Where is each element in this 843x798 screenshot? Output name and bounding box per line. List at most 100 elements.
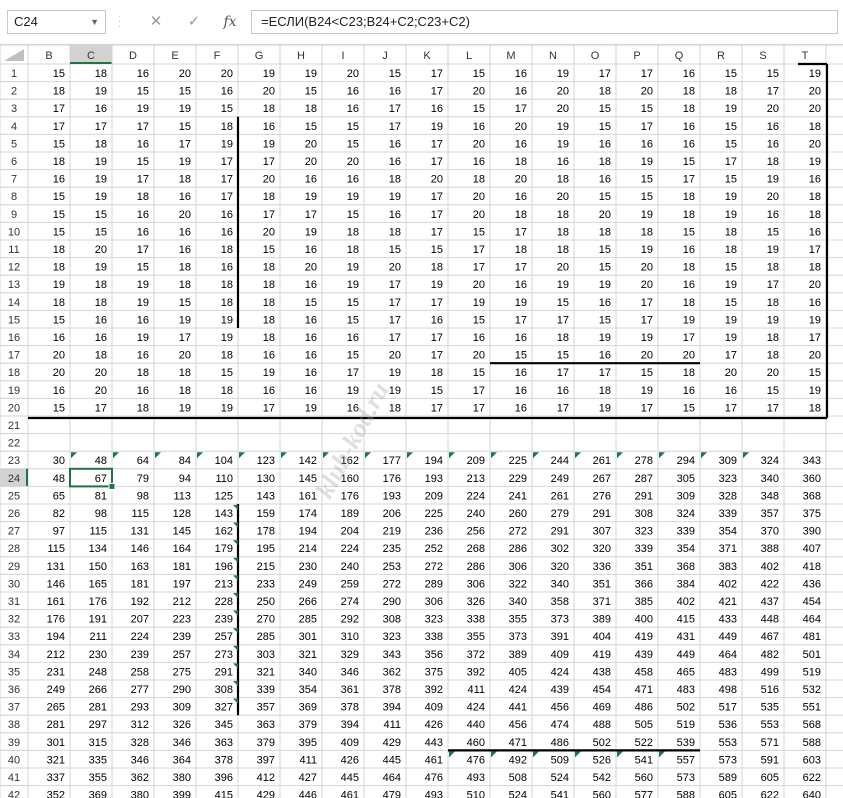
cell-value[interactable]: 499 [761, 666, 779, 678]
cell-value[interactable]: 577 [635, 790, 653, 798]
cell-value[interactable]: 16 [389, 86, 401, 98]
cell-value[interactable]: 354 [299, 684, 317, 696]
cell-value[interactable]: 206 [383, 508, 401, 520]
cell-value[interactable]: 18 [53, 156, 65, 168]
cell-value[interactable]: 20 [179, 68, 191, 80]
cell-value[interactable]: 16 [221, 209, 233, 221]
cell-value[interactable]: 16 [347, 103, 359, 115]
cell-value[interactable]: 16 [515, 68, 527, 80]
cell-value[interactable]: 16 [305, 367, 317, 379]
cell-value[interactable]: 343 [803, 455, 821, 467]
cell-value[interactable]: 20 [347, 156, 359, 168]
cell-value[interactable]: 239 [215, 614, 233, 626]
cell-value[interactable]: 261 [551, 490, 569, 502]
cell-value[interactable]: 307 [593, 526, 611, 538]
cell-value[interactable]: 464 [803, 614, 821, 626]
cell-value[interactable]: 15 [389, 244, 401, 256]
cell-value[interactable]: 15 [683, 402, 695, 414]
cell-value[interactable]: 18 [725, 86, 737, 98]
cell-value[interactable]: 407 [803, 543, 821, 555]
cell-value[interactable]: 18 [725, 226, 737, 238]
cell-value[interactable]: 219 [383, 526, 401, 538]
cell-value[interactable]: 458 [635, 666, 653, 678]
error-indicator-icon[interactable] [407, 452, 413, 459]
cell-value[interactable]: 224 [131, 631, 149, 643]
cell-value[interactable]: 16 [473, 121, 485, 133]
cell-value[interactable]: 17 [263, 402, 275, 414]
cell-value[interactable]: 19 [179, 314, 191, 326]
cell-value[interactable]: 429 [257, 790, 275, 798]
cell-value[interactable]: 426 [425, 719, 443, 731]
cell-value[interactable]: 67 [95, 473, 107, 485]
cell-value[interactable]: 17 [137, 121, 149, 133]
cell-value[interactable]: 409 [425, 702, 443, 714]
cell-value[interactable]: 328 [131, 737, 149, 749]
cell-value[interactable]: 249 [551, 473, 569, 485]
cell-value[interactable]: 177 [383, 455, 401, 467]
cell-value[interactable]: 15 [347, 138, 359, 150]
error-indicator-icon[interactable] [197, 452, 203, 459]
cell-value[interactable]: 18 [263, 297, 275, 309]
cell-value[interactable]: 273 [215, 649, 233, 661]
cell-value[interactable]: 17 [431, 86, 443, 98]
error-indicator-icon[interactable] [233, 557, 238, 563]
cell-value[interactable]: 553 [719, 737, 737, 749]
cell-value[interactable]: 18 [599, 156, 611, 168]
cell-value[interactable]: 20 [179, 350, 191, 362]
cell-value[interactable]: 476 [425, 772, 443, 784]
cell-value[interactable]: 18 [557, 226, 569, 238]
cell-value[interactable]: 231 [47, 666, 65, 678]
cell-value[interactable]: 17 [53, 103, 65, 115]
cell-value[interactable]: 439 [551, 684, 569, 696]
cell-value[interactable]: 483 [677, 684, 695, 696]
cell-value[interactable]: 324 [677, 508, 695, 520]
cell-value[interactable]: 287 [635, 473, 653, 485]
cell-value[interactable]: 351 [635, 561, 653, 573]
cell-value[interactable]: 419 [593, 649, 611, 661]
cell-value[interactable]: 336 [593, 561, 611, 573]
cell-value[interactable]: 16 [389, 138, 401, 150]
cell-value[interactable]: 16 [431, 314, 443, 326]
cell-value[interactable]: 346 [131, 754, 149, 766]
cell-value[interactable]: 17 [221, 156, 233, 168]
cell-value[interactable]: 194 [299, 526, 317, 538]
cell-value[interactable]: 18 [599, 86, 611, 98]
cell-value[interactable]: 302 [551, 543, 569, 555]
cell-value[interactable]: 354 [677, 543, 695, 555]
cell-value[interactable]: 123 [257, 455, 275, 467]
cell-value[interactable]: 19 [641, 156, 653, 168]
cell-value[interactable]: 15 [305, 297, 317, 309]
cell-value[interactable]: 308 [383, 614, 401, 626]
cell-value[interactable]: 519 [803, 666, 821, 678]
cell-value[interactable]: 286 [467, 561, 485, 573]
cell-value[interactable]: 18 [263, 103, 275, 115]
cell-value[interactable]: 16 [95, 332, 107, 344]
cell-value[interactable]: 19 [725, 314, 737, 326]
cell-value[interactable]: 18 [347, 226, 359, 238]
cell-value[interactable]: 15 [221, 367, 233, 379]
cell-value[interactable]: 15 [347, 350, 359, 362]
cell-value[interactable]: 278 [635, 455, 653, 467]
cell-value[interactable]: 18 [809, 209, 821, 221]
cell-value[interactable]: 392 [467, 666, 485, 678]
cell-value[interactable]: 189 [341, 508, 359, 520]
cell-value[interactable]: 16 [95, 103, 107, 115]
cell-value[interactable]: 191 [89, 614, 107, 626]
cell-value[interactable]: 15 [683, 156, 695, 168]
cell-value[interactable]: 345 [215, 719, 233, 731]
cell-value[interactable]: 240 [341, 561, 359, 573]
cell-value[interactable]: 20 [431, 174, 443, 186]
cell-value[interactable]: 15 [137, 156, 149, 168]
cell-value[interactable]: 571 [761, 737, 779, 749]
cell-value[interactable]: 640 [803, 790, 821, 798]
cell-value[interactable]: 18 [515, 156, 527, 168]
cell-value[interactable]: 128 [173, 508, 191, 520]
cell-value[interactable]: 508 [509, 772, 527, 784]
cell-value[interactable]: 461 [425, 754, 443, 766]
cell-value[interactable]: 493 [467, 772, 485, 784]
cell-value[interactable]: 389 [509, 649, 527, 661]
cell-value[interactable]: 15 [53, 402, 65, 414]
cell-value[interactable]: 509 [551, 754, 569, 766]
cell-value[interactable]: 193 [383, 490, 401, 502]
cell-value[interactable]: 16 [683, 121, 695, 133]
